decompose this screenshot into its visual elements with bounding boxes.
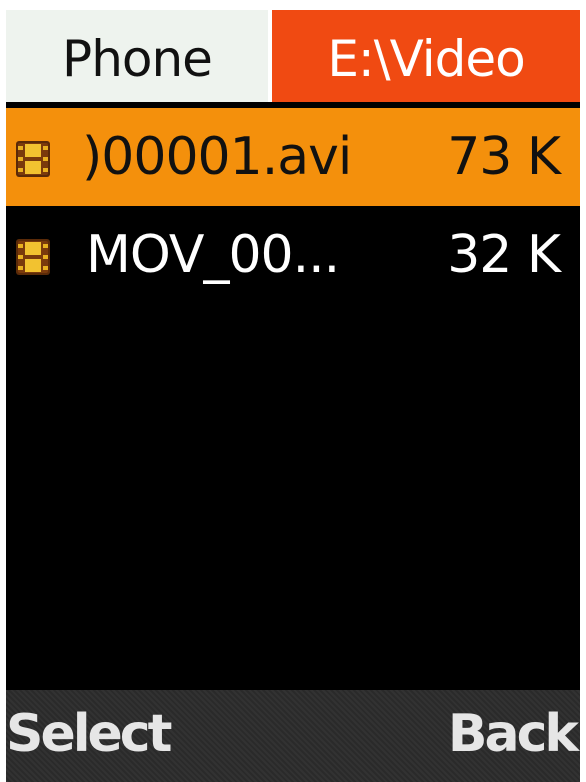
video-file-icon	[16, 239, 50, 275]
select-softkey[interactable]: Select	[6, 704, 172, 764]
file-size: 32 K	[447, 225, 561, 285]
file-row[interactable]: MOV_00... 32 K	[6, 206, 580, 304]
file-name: )00001.avi	[82, 127, 352, 187]
file-size: 73 K	[447, 127, 561, 187]
tab-e-video-label: E:\Video	[327, 30, 525, 88]
back-softkey[interactable]: Back	[448, 704, 579, 764]
file-name: MOV_00...	[86, 225, 340, 285]
tab-phone-label: Phone	[62, 30, 213, 88]
file-browser-screen: Phone E:\Video )00001.avi 73 K MOV_00...…	[6, 10, 580, 782]
tab-bar: Phone E:\Video	[6, 10, 580, 102]
file-row-selected[interactable]: )00001.avi 73 K	[6, 108, 580, 206]
file-list: )00001.avi 73 K MOV_00... 32 K	[6, 108, 580, 304]
softkey-bar: Select Back	[6, 690, 580, 782]
tab-phone[interactable]: Phone	[6, 10, 268, 102]
video-file-icon	[16, 141, 50, 177]
tab-e-video[interactable]: E:\Video	[272, 10, 580, 102]
